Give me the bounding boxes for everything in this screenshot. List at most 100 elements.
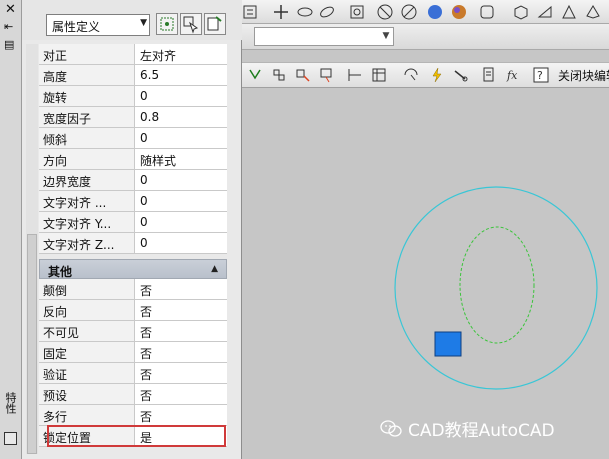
property-label: 不可见 bbox=[39, 321, 135, 341]
properties-menu-icon[interactable]: ▤ bbox=[4, 38, 14, 51]
property-row[interactable]: 方向 随样式 bbox=[39, 149, 227, 170]
shaded-icon[interactable] bbox=[426, 3, 444, 21]
palette-title: 特性 bbox=[4, 392, 17, 414]
toggle-pickadd-button[interactable] bbox=[204, 13, 226, 35]
property-value[interactable]: 是 bbox=[136, 426, 227, 446]
property-row[interactable]: 边界宽度 0 bbox=[39, 170, 227, 191]
property-row[interactable]: 对正 左对齐 bbox=[39, 44, 227, 65]
property-value[interactable]: 否 bbox=[136, 342, 227, 362]
property-row[interactable]: 文字对齐 Z... 0 bbox=[39, 233, 227, 254]
property-value[interactable]: 否 bbox=[136, 321, 227, 341]
define-attribute-block-icon[interactable] bbox=[318, 66, 336, 84]
property-label: 固定 bbox=[39, 342, 135, 362]
property-value[interactable]: 0 bbox=[136, 191, 227, 211]
3d-orbit-icon[interactable] bbox=[242, 3, 260, 21]
box-icon[interactable] bbox=[512, 3, 530, 21]
auto-constrain-icon[interactable] bbox=[452, 66, 470, 84]
help-icon[interactable]: ? bbox=[532, 66, 550, 84]
property-value[interactable]: 左对齐 bbox=[136, 44, 227, 64]
property-label: 倾斜 bbox=[39, 128, 135, 148]
property-label: 多行 bbox=[39, 405, 135, 425]
collapse-icon[interactable]: ▲ bbox=[211, 264, 218, 274]
svg-text:?: ? bbox=[537, 69, 543, 82]
pan-icon[interactable] bbox=[272, 3, 290, 21]
scrollbar-thumb[interactable] bbox=[27, 234, 37, 454]
test-block-icon[interactable] bbox=[402, 66, 420, 84]
object-type-select[interactable]: 属性定义 ▼ bbox=[46, 14, 150, 36]
property-value[interactable]: 0.8 bbox=[136, 107, 227, 127]
property-label: 高度 bbox=[39, 65, 135, 85]
property-value[interactable]: 否 bbox=[136, 405, 227, 425]
select-objects-button[interactable] bbox=[180, 13, 202, 35]
property-label: 边界宽度 bbox=[39, 170, 135, 190]
property-value[interactable]: 6.5 bbox=[136, 65, 227, 85]
property-row[interactable]: 文字对齐 ... 0 bbox=[39, 191, 227, 212]
property-value[interactable]: 0 bbox=[136, 170, 227, 190]
property-row[interactable]: 预设否 bbox=[39, 384, 227, 405]
property-label: 反向 bbox=[39, 300, 135, 320]
chevron-down-icon: ▼ bbox=[140, 18, 147, 28]
palette-settings-icon[interactable] bbox=[4, 432, 17, 445]
visual-styles-manager-icon[interactable] bbox=[478, 3, 496, 21]
wechat-icon bbox=[380, 419, 402, 437]
properties-scrollbar[interactable] bbox=[26, 44, 38, 454]
free-orbit-icon[interactable] bbox=[318, 3, 336, 21]
property-row[interactable]: 多行否 bbox=[39, 405, 227, 426]
visual-style-2d-icon[interactable] bbox=[348, 3, 366, 21]
property-value[interactable]: 0 bbox=[136, 233, 227, 253]
property-row[interactable]: 验证否 bbox=[39, 363, 227, 384]
fx-icon[interactable]: fx bbox=[504, 66, 522, 84]
property-row[interactable]: 反向否 bbox=[39, 300, 227, 321]
property-row[interactable]: 固定否 bbox=[39, 342, 227, 363]
parameters-manager-icon[interactable] bbox=[346, 66, 364, 84]
select-objects-icon bbox=[183, 16, 199, 34]
quick-select-button[interactable] bbox=[156, 13, 178, 35]
property-value[interactable]: 0 bbox=[136, 212, 227, 232]
property-value[interactable]: 否 bbox=[136, 300, 227, 320]
property-row[interactable]: 宽度因子 0.8 bbox=[39, 107, 227, 128]
constraint-bar-icon[interactable] bbox=[480, 66, 498, 84]
wedge-icon[interactable] bbox=[536, 3, 554, 21]
add-action-icon[interactable] bbox=[294, 66, 312, 84]
attribute-text-outline[interactable] bbox=[459, 226, 535, 344]
toggle-pickadd-icon bbox=[207, 16, 222, 31]
property-row[interactable]: 颠倒否 bbox=[39, 279, 227, 300]
add-parameter-icon[interactable] bbox=[270, 66, 288, 84]
property-label: 锁定位置 bbox=[39, 426, 135, 446]
property-row[interactable]: 锁定位置是 bbox=[39, 426, 227, 447]
block-circle[interactable] bbox=[394, 186, 598, 390]
section-title: 其他 bbox=[48, 265, 73, 279]
property-value[interactable]: 否 bbox=[136, 363, 227, 383]
close-icon[interactable]: ✕ bbox=[5, 2, 16, 17]
insertion-grip[interactable] bbox=[434, 331, 462, 357]
property-value[interactable]: 否 bbox=[136, 384, 227, 404]
property-row[interactable]: 高度 6.5 bbox=[39, 65, 227, 86]
section-header-other[interactable]: 其他 ▲ bbox=[39, 259, 227, 279]
chevron-down-icon: ▼ bbox=[382, 31, 390, 41]
define-attribute-icon[interactable] bbox=[246, 66, 264, 84]
property-value[interactable]: 否 bbox=[136, 279, 227, 299]
property-value[interactable]: 0 bbox=[136, 128, 227, 148]
wireframe-icon[interactable] bbox=[376, 3, 394, 21]
property-row[interactable]: 倾斜 0 bbox=[39, 128, 227, 149]
hidden-icon[interactable] bbox=[400, 3, 418, 21]
orbit-icon[interactable] bbox=[296, 3, 314, 21]
layer-toolbar: ▼ bbox=[242, 24, 609, 50]
quick-select-icon bbox=[160, 17, 174, 31]
realistic-icon[interactable] bbox=[450, 3, 468, 21]
layer-dropdown[interactable]: ▼ bbox=[254, 27, 394, 46]
block-editor-toolbar: fx ? 关闭块编辑 bbox=[242, 62, 609, 88]
properties-header: 属性定义 ▼ bbox=[22, 0, 242, 40]
close-block-editor-button[interactable]: 关闭块编辑 bbox=[558, 67, 609, 84]
lightning-icon[interactable] bbox=[428, 66, 446, 84]
cone-icon[interactable] bbox=[560, 3, 578, 21]
property-row[interactable]: 旋转 0 bbox=[39, 86, 227, 107]
property-value[interactable]: 随样式 bbox=[136, 149, 227, 169]
block-table-icon[interactable] bbox=[370, 66, 388, 84]
property-row[interactable]: 不可见否 bbox=[39, 321, 227, 342]
pyramid-icon[interactable] bbox=[584, 3, 602, 21]
pin-icon[interactable]: ⇤ bbox=[4, 20, 13, 33]
property-label: 文字对齐 Y... bbox=[39, 212, 135, 232]
property-row[interactable]: 文字对齐 Y... 0 bbox=[39, 212, 227, 233]
property-value[interactable]: 0 bbox=[136, 86, 227, 106]
